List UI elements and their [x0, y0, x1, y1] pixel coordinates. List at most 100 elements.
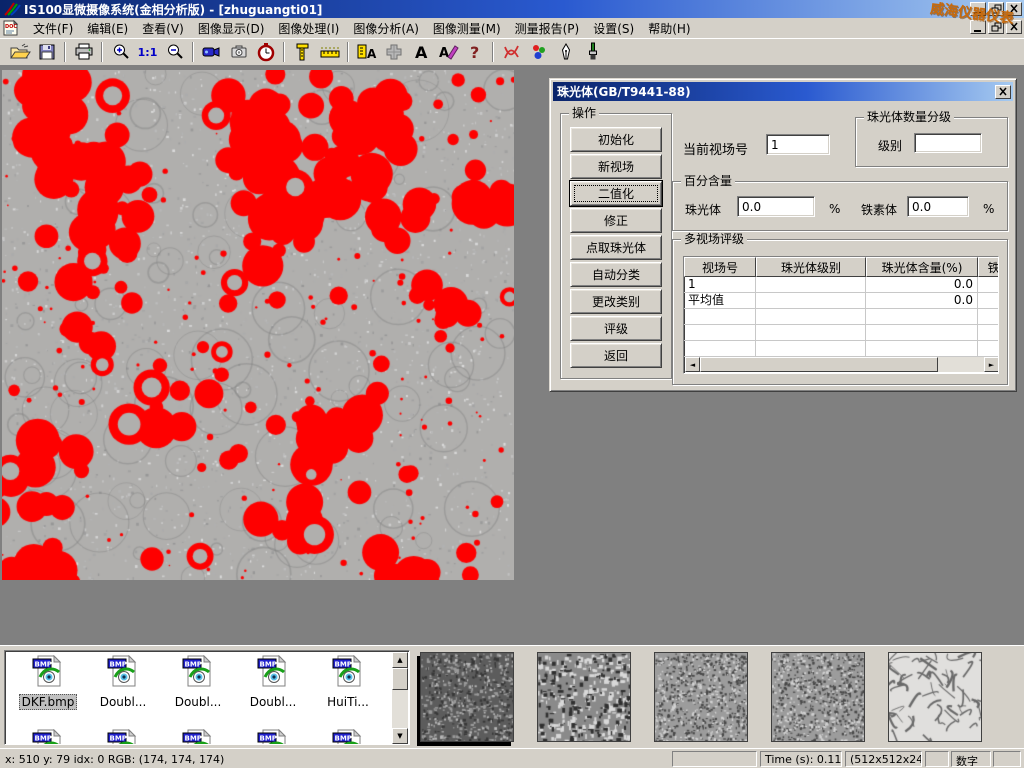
- particles-icon[interactable]: [525, 40, 552, 64]
- table-row-0[interactable]: 10.0: [684, 277, 998, 293]
- ruler-icon[interactable]: [316, 40, 343, 64]
- table-header-3[interactable]: 铁素体含量(%): [978, 257, 999, 277]
- camera-icon[interactable]: [225, 40, 252, 64]
- menu-item-7[interactable]: 测量报告(P): [508, 18, 587, 39]
- table-body: 10.0平均值0.0: [684, 277, 998, 357]
- timer-icon[interactable]: [252, 40, 279, 64]
- window-title: IS100显微摄像系统(金相分析版) - [zhuguangti01]: [24, 1, 322, 18]
- preview-thumbnail-2[interactable]: [537, 652, 631, 742]
- bmp-file-icon: BMP: [161, 729, 235, 745]
- op-button-0[interactable]: 初始化: [570, 127, 662, 152]
- op-button-8[interactable]: 返回: [570, 343, 662, 368]
- scrollbar-thumb[interactable]: [700, 357, 938, 372]
- menu-item-5[interactable]: 图像分析(A): [346, 18, 426, 39]
- table-horizontal-scrollbar[interactable]: ◄ ►: [685, 357, 999, 372]
- scrollbar-thumb[interactable]: [392, 668, 408, 690]
- minimize-button[interactable]: [970, 2, 986, 16]
- current-view-input[interactable]: [766, 134, 830, 155]
- text-icon[interactable]: A: [407, 40, 434, 64]
- file-item-row2-3[interactable]: BMP: [236, 729, 310, 745]
- help-icon[interactable]: ?: [461, 40, 488, 64]
- brush-icon[interactable]: [579, 40, 606, 64]
- file-item-row2-2[interactable]: BMP: [161, 729, 235, 745]
- preview-thumbnail-1[interactable]: [420, 652, 514, 742]
- menu-item-8[interactable]: 设置(S): [586, 18, 641, 39]
- file-item-row2-4[interactable]: BMP: [311, 729, 385, 745]
- op-button-4[interactable]: 点取珠光体: [570, 235, 662, 260]
- open-icon[interactable]: [6, 40, 33, 64]
- menu-item-3[interactable]: 图像显示(D): [191, 18, 272, 39]
- file-item-1[interactable]: BMPDoubl...: [86, 655, 160, 710]
- svg-text:BMP: BMP: [260, 661, 277, 669]
- bmp-file-icon: BMP: [86, 655, 160, 691]
- preview-thumbnail-3[interactable]: [654, 652, 748, 742]
- menu-item-1[interactable]: 编辑(E): [80, 18, 135, 39]
- maximize-button[interactable]: [988, 2, 1004, 16]
- ferrite-percent-input[interactable]: [907, 196, 969, 217]
- dialog-close-button[interactable]: [995, 85, 1011, 99]
- menu-item-9[interactable]: 帮助(H): [641, 18, 697, 39]
- close-button[interactable]: [1006, 2, 1022, 16]
- file-item-2[interactable]: BMPDoubl...: [161, 655, 235, 710]
- specimen-image[interactable]: [2, 70, 514, 580]
- status-mode-pane: 数字: [951, 751, 991, 767]
- menu-item-4[interactable]: 图像处理(I): [271, 18, 346, 39]
- table-row-3[interactable]: [684, 325, 998, 341]
- zoom-in-icon[interactable]: [107, 40, 134, 64]
- scroll-down-icon[interactable]: ▼: [392, 728, 408, 744]
- save-icon[interactable]: [33, 40, 60, 64]
- op-button-7[interactable]: 评级: [570, 316, 662, 341]
- svg-text:BMP: BMP: [185, 735, 202, 743]
- file-item-0[interactable]: BMPDKF.bmp: [11, 655, 85, 710]
- op-button-5[interactable]: 自动分类: [570, 262, 662, 287]
- actual-size-button[interactable]: 1:1: [134, 40, 161, 64]
- scroll-up-icon[interactable]: ▲: [392, 652, 408, 668]
- child-minimize-button[interactable]: [970, 20, 986, 34]
- zoom-out-icon[interactable]: [161, 40, 188, 64]
- table-header-0[interactable]: 视场号: [684, 257, 756, 277]
- status-pane-empty-1: [672, 751, 757, 767]
- table-row-2[interactable]: [684, 309, 998, 325]
- table-header-1[interactable]: 珠光体级别: [756, 257, 866, 277]
- file-item-3[interactable]: BMP Doubl...: [236, 655, 310, 710]
- op-button-3[interactable]: 修正: [570, 208, 662, 233]
- file-item-row2-0[interactable]: BMP: [11, 729, 85, 745]
- menu-item-2[interactable]: 查看(V): [135, 18, 191, 39]
- scroll-right-icon[interactable]: ►: [984, 357, 999, 372]
- menu-item-0[interactable]: 文件(F): [26, 18, 80, 39]
- bottom-panel: ▲ ▼ BMPDKF.bmpBMPDoubl...BMPDoubl...BMPD…: [0, 645, 1024, 748]
- table-row-4[interactable]: [684, 341, 998, 357]
- menu-item-6[interactable]: 图像测量(M): [426, 18, 508, 39]
- table-row-1[interactable]: 平均值0.0: [684, 293, 998, 309]
- file-item-4[interactable]: BMPHuiTi...: [311, 655, 385, 710]
- print-icon[interactable]: [70, 40, 97, 64]
- file-name: DKF.bmp: [19, 694, 78, 710]
- grade-input[interactable]: [914, 133, 982, 153]
- child-close-button[interactable]: [1006, 20, 1022, 34]
- annotate-icon[interactable]: A: [434, 40, 461, 64]
- pearlite-percent-unit: %: [829, 202, 840, 216]
- op-button-2[interactable]: 二值化: [570, 181, 662, 206]
- measure-text-icon[interactable]: A: [353, 40, 380, 64]
- file-item-row2-1[interactable]: BMP: [86, 729, 160, 745]
- child-window-controls: [970, 20, 1022, 34]
- preview-thumbnail-5[interactable]: [888, 652, 982, 742]
- video-camera-icon[interactable]: [198, 40, 225, 64]
- curve-tool-icon[interactable]: [498, 40, 525, 64]
- file-browser-scrollbar[interactable]: ▲ ▼: [392, 652, 408, 744]
- caliper-icon[interactable]: [289, 40, 316, 64]
- file-name: Doubl...: [248, 695, 299, 709]
- op-button-1[interactable]: 新视场: [570, 154, 662, 179]
- grid-cross-icon[interactable]: [380, 40, 407, 64]
- pearlite-percent-input[interactable]: [737, 196, 815, 217]
- child-restore-button[interactable]: [988, 20, 1004, 34]
- grade-group: 珠光体数量分级 级别: [855, 117, 1008, 167]
- table-header-2[interactable]: 珠光体含量(%): [866, 257, 978, 277]
- scroll-left-icon[interactable]: ◄: [685, 357, 700, 372]
- preview-thumbnail-4[interactable]: [771, 652, 865, 742]
- pen-icon[interactable]: [552, 40, 579, 64]
- op-button-6[interactable]: 更改类别: [570, 289, 662, 314]
- svg-text:BMP: BMP: [35, 735, 52, 743]
- bmp-file-icon: BMP: [11, 729, 85, 745]
- dialog-title: 珠光体(GB/T9441-88): [557, 83, 691, 100]
